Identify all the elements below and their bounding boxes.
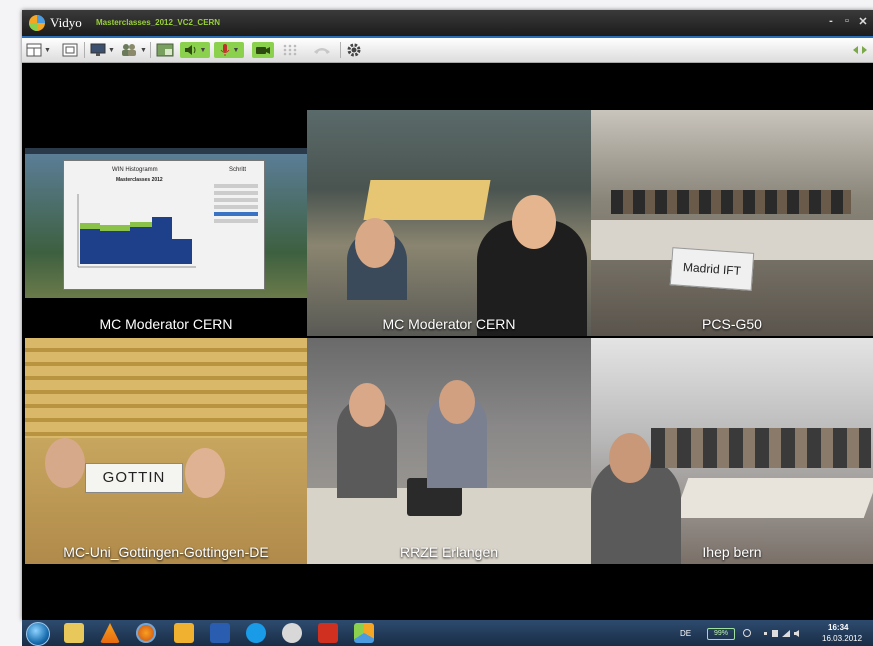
chevron-down-icon: ▼ (199, 46, 207, 54)
speaker-icon (184, 45, 196, 55)
video-tile[interactable]: Ihep bern (591, 338, 873, 564)
shared-side-list (214, 181, 258, 241)
screen-share-desktop: WIN Histogramm Masterclasses 2012 Schrit… (25, 148, 307, 298)
shared-histogram (77, 194, 196, 268)
video-tile[interactable]: WIN Histogramm Masterclasses 2012 Schrit… (25, 110, 307, 336)
self-view-button[interactable] (156, 42, 174, 58)
clock-time[interactable]: 16:34 (828, 623, 848, 632)
tile-label: MC Moderator CERN (99, 316, 233, 332)
dialpad-button[interactable] (282, 42, 298, 58)
camera-icon (256, 47, 270, 54)
clock-date[interactable]: 16.03.2012 (822, 634, 862, 643)
app-name: Vidyo (50, 15, 82, 30)
shared-window: WIN Histogramm Masterclasses 2012 Schrit… (63, 160, 265, 290)
firefox-icon[interactable] (136, 623, 156, 643)
vidyo-taskbar-icon[interactable] (354, 623, 374, 643)
conference-name: Masterclasses_2012_VC2_CERN (96, 18, 221, 27)
tray-icons[interactable] (764, 629, 804, 638)
video-tile[interactable]: MC Moderator CERN (307, 110, 591, 336)
layout-button[interactable]: ▼ (26, 42, 51, 58)
chrome-icon[interactable] (282, 623, 302, 643)
word-icon[interactable] (210, 623, 230, 643)
maximize-button[interactable]: ▫ (842, 15, 852, 28)
chevron-down-icon: ▼ (44, 46, 51, 54)
selfview-icon (156, 43, 174, 57)
skype-icon[interactable] (246, 623, 266, 643)
microphone-icon (220, 44, 229, 56)
close-button[interactable]: ✕ (858, 15, 868, 28)
tile-label: Ihep bern (702, 544, 762, 560)
grid-icon (26, 43, 42, 57)
chevron-down-icon: ▼ (232, 46, 240, 54)
explorer-icon[interactable] (64, 623, 84, 643)
language-indicator[interactable]: DE (680, 629, 691, 638)
toolbar: ▼ ▼ ▼ ▼ ▼ (22, 38, 873, 63)
fullscreen-button[interactable] (62, 42, 78, 58)
video-tile[interactable]: RRZE Erlangen (307, 338, 591, 564)
gottin-sign: GOTTIN (85, 463, 183, 493)
settings-button[interactable] (346, 42, 362, 58)
madrid-sign: Madrid IFT (669, 247, 755, 291)
camera-button[interactable] (252, 42, 274, 58)
arrows-icon (853, 46, 867, 54)
collapse-toolbar-button[interactable] (852, 42, 868, 58)
chevron-down-icon: ▼ (140, 46, 147, 54)
share-button[interactable]: ▼ (90, 42, 115, 58)
tile-label: PCS-G50 (702, 316, 762, 332)
video-tile[interactable]: GOTTIN MC-Uni_Gottingen-Gottingen-DE (25, 338, 307, 564)
shared-chart-subtitle: Masterclasses 2012 (116, 177, 163, 183)
minimize-button[interactable]: - (826, 15, 836, 28)
microphone-button[interactable]: ▼ (214, 42, 244, 58)
contacts-button[interactable]: ▼ (120, 42, 147, 58)
shared-side-title: Schritt (229, 167, 247, 173)
folder-icon[interactable] (174, 623, 194, 643)
taskbar: DE 99% 16:34 16.03.2012 (22, 620, 873, 646)
fullscreen-icon (62, 43, 78, 57)
shared-chart-title: WIN Histogramm (112, 167, 158, 173)
network-icon[interactable] (742, 628, 752, 638)
people-icon (122, 44, 136, 56)
vidyo-logo-icon (29, 15, 45, 31)
tile-label: RRZE Erlangen (399, 544, 499, 560)
title-bar[interactable]: Vidyo Masterclasses_2012_VC2_CERN - ▫ ✕ (22, 10, 873, 38)
tile-label: MC Moderator CERN (382, 316, 516, 332)
speaker-button[interactable]: ▼ (180, 42, 210, 58)
video-tile[interactable]: Madrid IFT PCS-G50 (591, 110, 873, 336)
video-grid: WIN Histogramm Masterclasses 2012 Schrit… (22, 110, 873, 566)
vlc-icon[interactable] (100, 623, 120, 643)
tile-label: MC-Uni_Gottingen-Gottingen-DE (63, 544, 269, 560)
hangup-button[interactable] (312, 42, 332, 58)
chevron-down-icon: ▼ (108, 46, 115, 54)
gear-icon (347, 43, 361, 57)
dialpad-icon (283, 44, 297, 56)
vidyo-window: Vidyo Masterclasses_2012_VC2_CERN - ▫ ✕ … (22, 10, 873, 620)
monitor-icon (90, 43, 106, 56)
start-button[interactable] (26, 622, 50, 646)
acrobat-icon[interactable] (318, 623, 338, 643)
hangup-icon (314, 48, 330, 54)
battery-indicator[interactable]: 99% (707, 628, 735, 640)
